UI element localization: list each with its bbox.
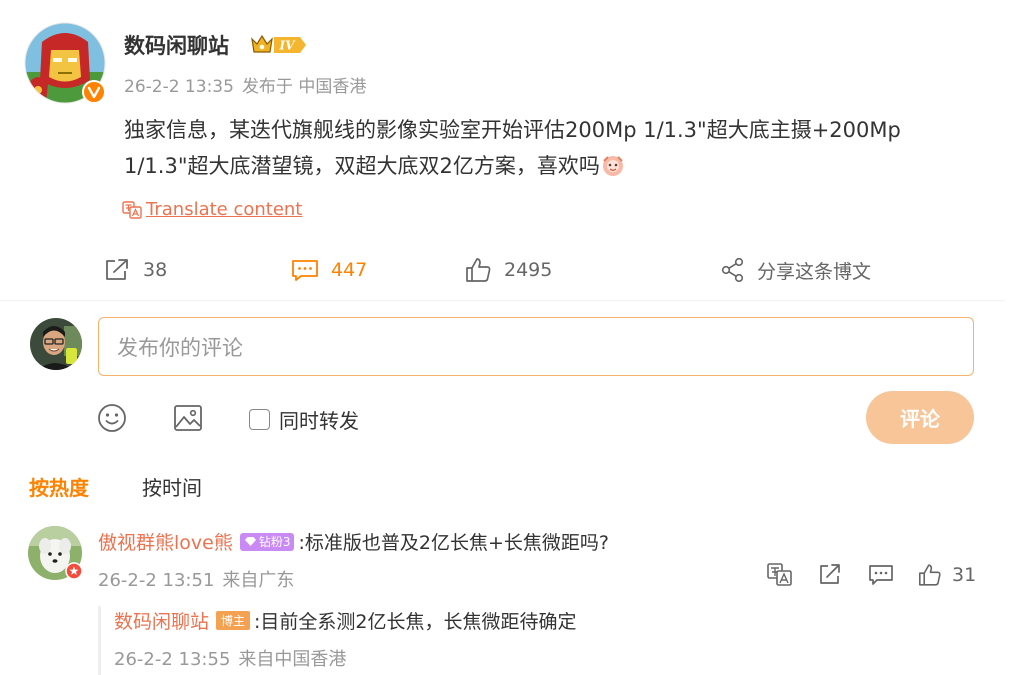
comment-translate-button[interactable]	[767, 563, 792, 586]
comment-button[interactable]: 447	[291, 256, 367, 284]
comment-like-button[interactable]: 31	[918, 563, 976, 587]
share-label: 分享这条博文	[757, 260, 872, 283]
repost-icon	[820, 564, 840, 584]
comment-line: 傲视群熊love熊 钻粉3 :标准版也普及2亿长焦+长焦微距吗?	[98, 528, 609, 555]
user-badge-icon	[65, 562, 83, 580]
vip-level-badge[interactable]: IV	[250, 33, 308, 57]
share-button[interactable]: 分享这条博文	[720, 256, 871, 284]
diamond-icon	[244, 537, 256, 546]
fan-badge-label: 钻粉3	[258, 535, 291, 549]
badge-level-text: IV	[279, 39, 297, 53]
reply-line: 数码闲聊站 博主 :目前全系测2亿长焦，长焦微距待确定	[114, 607, 577, 634]
sort-by-hot-tab[interactable]: 按热度	[29, 472, 89, 501]
comment-meta: 26-2-2 13:51 来自广东	[98, 566, 302, 592]
repost-button[interactable]: 38	[104, 256, 167, 284]
comment-icon	[292, 260, 318, 281]
image-upload-button[interactable]	[173, 403, 203, 433]
comment-username[interactable]: 傲视群熊love熊	[98, 528, 233, 555]
like-button[interactable]: 2495	[465, 256, 552, 284]
comment-icon	[869, 565, 893, 585]
fan-level-badge[interactable]: 钻粉3	[239, 532, 295, 551]
section-divider	[0, 300, 1005, 301]
emoji-icon	[602, 155, 624, 177]
post-source: 发布于 中国香港	[241, 77, 367, 97]
repost-also-checkbox[interactable]: 同时转发	[249, 405, 359, 434]
emoji-picker-button[interactable]	[97, 403, 127, 433]
author-name[interactable]: 数码闲聊站	[124, 30, 229, 60]
thumbs-up-icon	[466, 258, 491, 282]
translate-icon	[122, 200, 142, 219]
reply-source: 来自中国香港	[238, 649, 347, 670]
verified-icon	[82, 80, 106, 104]
reply-indent-bar	[98, 606, 101, 675]
translate-label[interactable]: Translate content	[146, 199, 302, 220]
comment-repost-button[interactable]	[818, 563, 843, 586]
share-icon	[721, 257, 744, 283]
reply-date: 26-2-2 13:55	[114, 649, 231, 670]
reply-text: :目前全系测2亿长焦，长焦微距待确定	[254, 611, 577, 633]
post-text: 独家信息，某迭代旗舰线的影像实验室开始评估200Mp 1/1.3"超大底主摄+2…	[124, 118, 901, 178]
comment-input-placeholder: 发布你的评论	[117, 335, 243, 360]
post-content: 独家信息，某迭代旗舰线的影像实验室开始评估200Mp 1/1.3"超大底主摄+2…	[124, 112, 984, 184]
thumbs-up-icon	[918, 564, 941, 586]
repost-count: 38	[143, 259, 168, 281]
repost-also-label: 同时转发	[279, 409, 359, 433]
submit-comment-button[interactable]: 评论	[866, 391, 974, 444]
comment-count: 447	[331, 259, 368, 281]
translate-link[interactable]: Translate content	[122, 199, 302, 220]
smiley-icon	[98, 404, 126, 432]
comment-like-count: 31	[952, 564, 977, 586]
comment-text: :标准版也普及2亿长焦+长焦微距吗?	[298, 532, 609, 554]
post-meta: 26-2-2 13:35 发布于 中国香港	[124, 72, 374, 97]
comment-input[interactable]: 发布你的评论	[98, 317, 974, 376]
author-host-badge: 博主	[216, 611, 251, 630]
current-user-avatar[interactable]	[30, 318, 82, 370]
comment-source: 来自广东	[222, 570, 295, 591]
author-avatar[interactable]	[24, 22, 106, 104]
like-count: 2495	[504, 259, 553, 281]
checkbox-box[interactable]	[249, 409, 270, 430]
reply-username[interactable]: 数码闲聊站	[114, 607, 209, 634]
translate-icon	[767, 563, 792, 586]
comment-date: 26-2-2 13:51	[98, 570, 215, 591]
comment-reply-button[interactable]	[868, 563, 894, 586]
reply-meta: 26-2-2 13:55 来自中国香港	[114, 645, 354, 671]
repost-icon	[106, 259, 128, 280]
post-date[interactable]: 26-2-2 13:35	[124, 77, 234, 97]
image-icon	[174, 405, 202, 431]
sort-by-time-tab[interactable]: 按时间	[142, 472, 202, 501]
